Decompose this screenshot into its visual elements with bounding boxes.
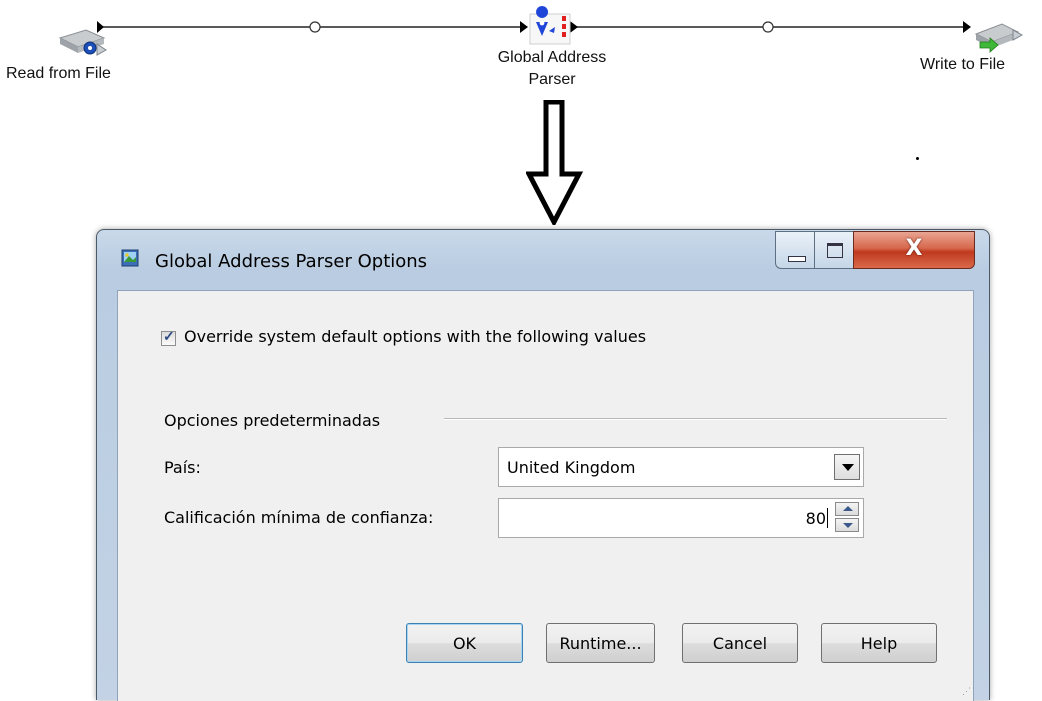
node-label-read-file: Read from File <box>6 65 111 82</box>
app-window-icon <box>121 249 139 267</box>
node-label-write-file: Write to File <box>920 56 1006 73</box>
ok-button[interactable]: OK <box>406 623 523 663</box>
checkmark-icon: ✓ <box>163 328 175 344</box>
increment-button[interactable] <box>835 502 859 516</box>
close-button[interactable]: X <box>853 231 975 269</box>
stray-dot <box>916 157 919 160</box>
address-parser-stage-icon[interactable] <box>529 6 571 45</box>
options-dialog: Global Address Parser Options X ✓ Overri… <box>96 229 990 701</box>
write-file-stage-icon[interactable] <box>974 23 1024 53</box>
confidence-label: Calificación mínima de confianza: <box>164 508 434 527</box>
connector-midpoint-handle[interactable] <box>309 21 321 33</box>
override-checkbox-label[interactable]: Override system default options with the… <box>184 327 646 346</box>
runtime-button[interactable]: Runtime... <box>546 623 655 663</box>
dialog-client-area: ✓ Override system default options with t… <box>117 290 974 701</box>
read-file-stage-icon[interactable] <box>58 29 107 56</box>
text-caret <box>827 508 828 528</box>
output-port-icon <box>570 21 578 33</box>
chevron-down-icon <box>842 464 854 471</box>
dialog-title: Global Address Parser Options <box>155 251 428 272</box>
dropdown-arrow-button[interactable] <box>834 454 860 480</box>
close-icon: X <box>905 236 923 261</box>
country-label: País: <box>164 458 201 477</box>
dialog-titlebar[interactable]: Global Address Parser Options X <box>97 230 989 290</box>
cancel-button[interactable]: Cancel <box>682 623 798 663</box>
help-button[interactable]: Help <box>821 623 937 663</box>
resize-grip-icon[interactable]: ⋰ <box>962 686 971 697</box>
minimize-icon <box>788 256 806 262</box>
input-port-icon <box>963 21 971 33</box>
decrement-button[interactable] <box>835 518 859 532</box>
output-port-icon <box>97 21 104 33</box>
arrow-down-icon <box>843 523 853 528</box>
override-checkbox[interactable]: ✓ <box>161 328 176 346</box>
group-divider <box>444 418 947 420</box>
country-dropdown[interactable]: United Kingdom <box>498 447 864 487</box>
input-port-icon <box>520 21 528 33</box>
maximize-icon <box>827 243 843 258</box>
maximize-button[interactable] <box>814 231 854 269</box>
connector-midpoint-handle[interactable] <box>762 21 774 33</box>
down-arrow-icon <box>526 100 584 225</box>
group-title: Opciones predeterminadas <box>164 411 381 430</box>
spin-buttons <box>835 502 861 534</box>
country-selected-value: United Kingdom <box>507 458 636 477</box>
minimize-button[interactable] <box>775 231 815 269</box>
confidence-value[interactable]: 80 <box>806 509 826 528</box>
confidence-stepper[interactable]: 80 <box>498 498 864 538</box>
arrow-up-icon <box>843 506 853 511</box>
node-label-address-parser: Global Address Parser <box>497 49 607 88</box>
